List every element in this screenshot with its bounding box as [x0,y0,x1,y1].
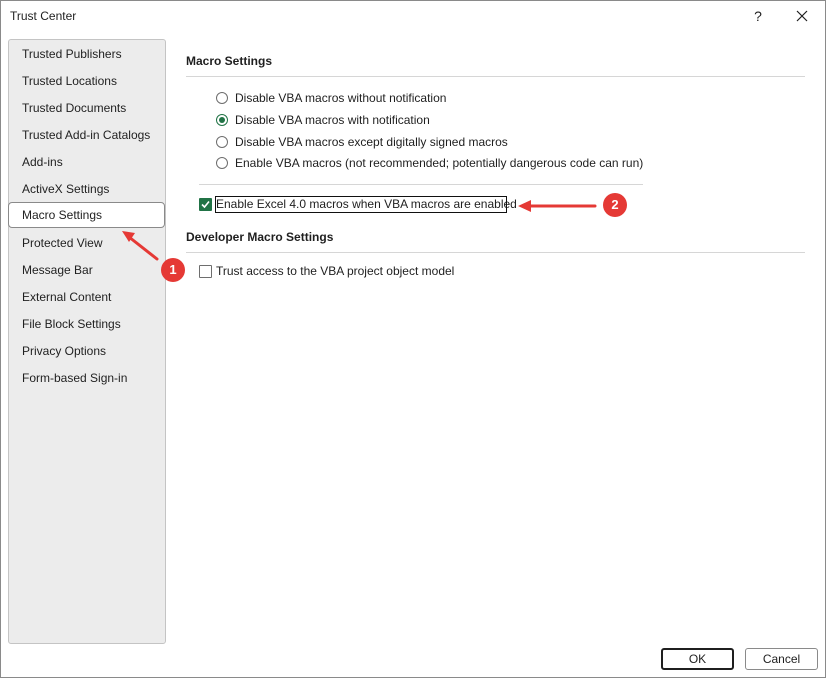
annotation-badge-2: 2 [603,193,627,217]
annotation-arrows [122,200,597,261]
trust-center-dialog: Trust Center ? Trusted Publishers Truste… [0,0,826,678]
ok-button[interactable]: OK [661,648,734,670]
arrow-2 [518,200,597,212]
arrow-1 [122,231,159,261]
annotation-badge-1: 1 [161,258,185,282]
cancel-button[interactable]: Cancel [745,648,818,670]
